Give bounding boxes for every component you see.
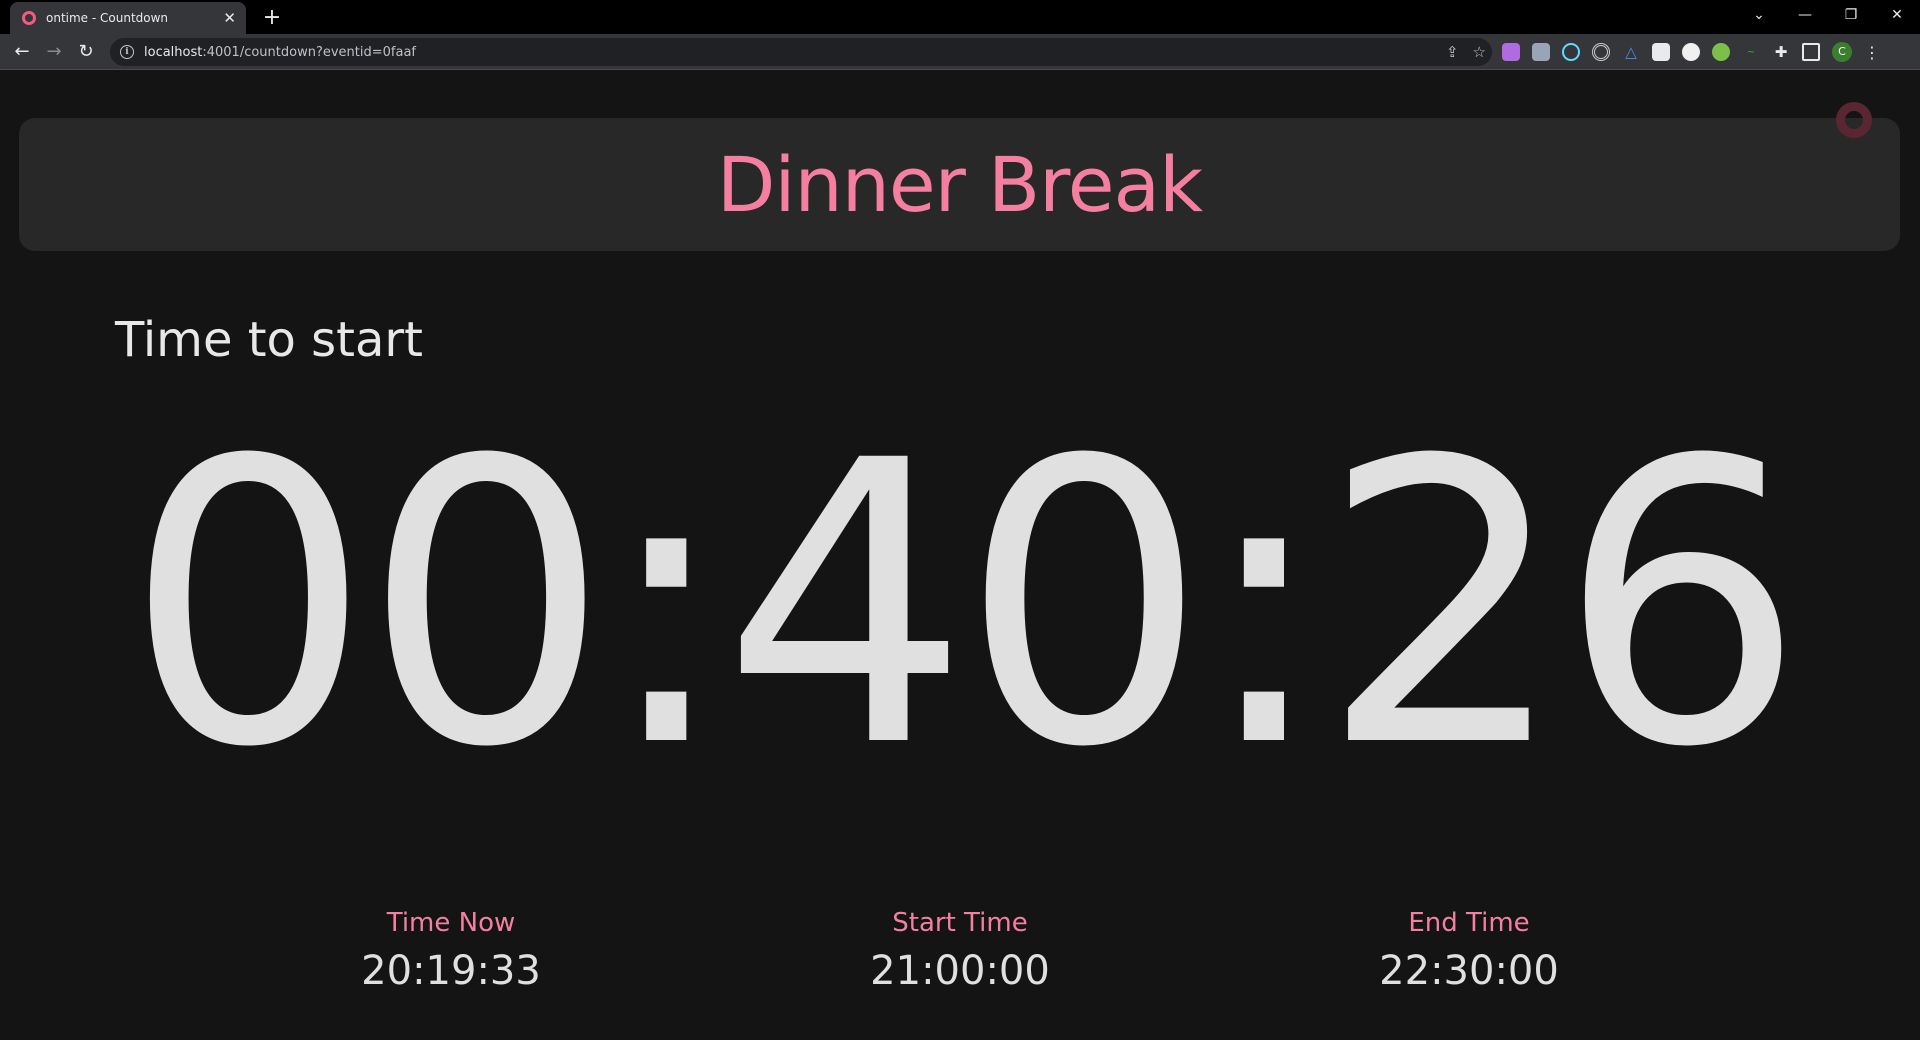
event-title: Dinner Break (716, 140, 1203, 229)
extension-2-icon[interactable] (1532, 43, 1550, 61)
countdown-page: Dinner Break Time to start 00:40:26 Time… (0, 70, 1920, 1040)
back-button[interactable]: ← (8, 38, 36, 66)
start-time-block: Start Time 21:00:00 (750, 908, 1170, 994)
extension-7-icon[interactable] (1682, 43, 1700, 61)
share-icon[interactable]: ⇪ (1446, 43, 1459, 61)
side-panel-icon[interactable] (1802, 43, 1820, 61)
ontime-favicon-icon (22, 11, 36, 25)
countdown-timer: 00:40:26 (124, 378, 1806, 832)
end-time-label: End Time (1408, 908, 1530, 938)
extension-6-icon[interactable] (1652, 43, 1670, 61)
time-now-value: 20:19:33 (361, 948, 541, 994)
extensions-area: △ ~ ✚ C ⋮ (1502, 38, 1880, 66)
forward-button[interactable]: → (40, 38, 68, 66)
event-title-card: Dinner Break (19, 118, 1900, 251)
close-window-button[interactable]: ✕ (1874, 0, 1920, 30)
browser-toolbar: ← → ↻ i localhost:4001/countdown?eventid… (0, 34, 1920, 70)
browser-tabstrip: ontime - Countdown ✕ + ⌄ — ❐ ✕ (0, 0, 1920, 34)
extension-8-icon[interactable] (1712, 43, 1730, 61)
address-bar[interactable]: i localhost:4001/countdown?eventid=0faaf… (110, 38, 1492, 66)
start-time-value: 21:00:00 (870, 948, 1050, 994)
react-devtools-icon[interactable] (1562, 43, 1580, 61)
minimize-button[interactable]: — (1782, 0, 1828, 30)
site-info-icon[interactable]: i (120, 45, 134, 59)
tab-search-icon[interactable]: ⌄ (1736, 0, 1782, 30)
profile-avatar[interactable]: C (1832, 42, 1852, 62)
time-now-label: Time Now (386, 908, 516, 938)
browser-menu-icon[interactable]: ⋮ (1864, 43, 1880, 62)
bookmark-star-icon[interactable]: ☆ (1473, 43, 1486, 61)
extension-4-icon[interactable] (1592, 43, 1610, 61)
end-time-block: End Time 22:30:00 (1259, 908, 1679, 994)
extension-9-icon[interactable]: ~ (1742, 43, 1760, 61)
time-now-block: Time Now 20:19:33 (241, 908, 661, 994)
extension-5-icon[interactable]: △ (1622, 43, 1640, 61)
start-time-label: Start Time (892, 908, 1028, 938)
url-text[interactable]: localhost:4001/countdown?eventid=0faaf (144, 45, 416, 60)
reload-button[interactable]: ↻ (72, 38, 100, 66)
timer-label: Time to start (115, 312, 423, 368)
restore-button[interactable]: ❐ (1828, 0, 1874, 30)
browser-tab[interactable]: ontime - Countdown ✕ (10, 2, 246, 34)
tab-title: ontime - Countdown (46, 11, 169, 25)
extension-1-icon[interactable] (1502, 43, 1520, 61)
extensions-puzzle-icon[interactable]: ✚ (1772, 43, 1790, 61)
new-tab-button[interactable]: + (258, 4, 286, 32)
tab-close-icon[interactable]: ✕ (223, 10, 236, 26)
end-time-value: 22:30:00 (1379, 948, 1559, 994)
ontime-logo-icon (1836, 102, 1872, 138)
